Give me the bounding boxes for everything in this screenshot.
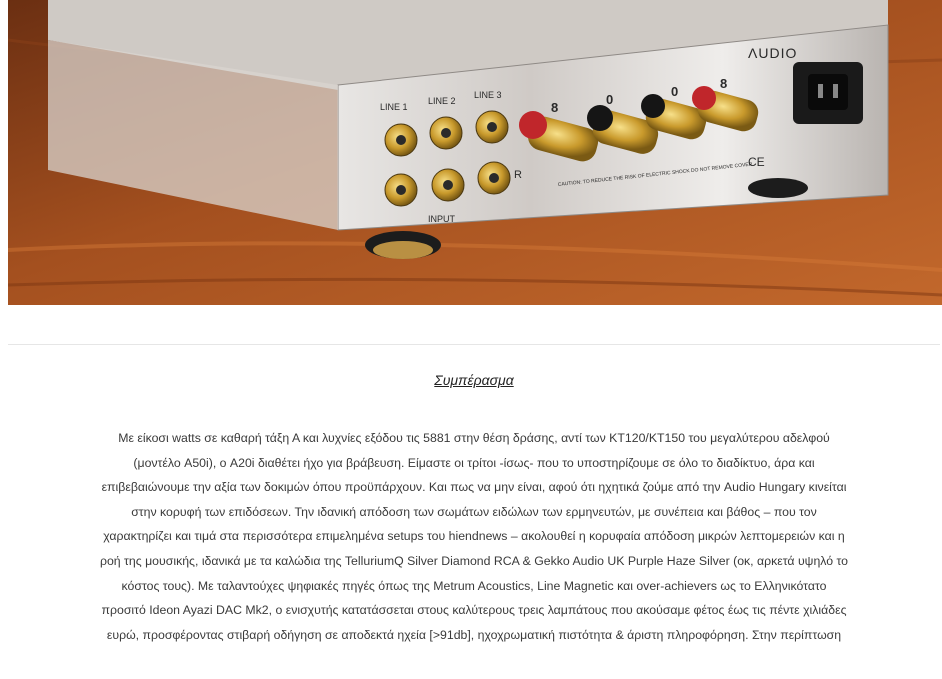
paragraph-line: (μοντέλο A50i), ο A20i διαθέτει ήχο για … xyxy=(133,455,815,470)
paragraph-line: προσιτό Ideon Ayazi DAC Mk2, ο ενισχυτής… xyxy=(101,603,847,618)
label-ohm-8b: 8 xyxy=(720,76,727,91)
paragraph-line: επιβεβαιώνουμε την αξία των δοκιμών όπου… xyxy=(101,480,847,495)
label-input: INPUT xyxy=(428,214,456,224)
label-ohm-0a: 0 xyxy=(606,92,613,107)
label-line2: LINE 2 xyxy=(428,96,456,106)
section-heading: Συμπέρασμα xyxy=(434,372,514,388)
label-line1: LINE 1 xyxy=(380,102,408,112)
paragraph-line: χαρακτηρίζει και τιμά στα περισσότερα επ… xyxy=(103,529,845,544)
label-line3: LINE 3 xyxy=(474,90,502,100)
article-paragraph: Με είκοσι watts σε καθαρή τάξη Α και λυχ… xyxy=(8,426,940,647)
paragraph-line: ευρώ, προσφέροντας στιβαρή οδήγηση σε απ… xyxy=(106,627,842,642)
section-divider xyxy=(8,344,940,345)
paragraph-line: Με είκοσι watts σε καθαρή τάξη Α και λυχ… xyxy=(118,431,830,445)
amplifier-photo: LINE 1 LINE 2 LINE 3 INPUT R 8 0 0 8 CE … xyxy=(8,0,942,305)
paragraph-line: κόστος τους). Με ταλαντούχες ψηφιακές πη… xyxy=(121,578,827,593)
paragraph-line: ροή της μουσικής, ιδανικά με τα καλώδια … xyxy=(99,553,849,568)
amplifier-illustration: LINE 1 LINE 2 LINE 3 INPUT R 8 0 0 8 CE … xyxy=(8,0,942,305)
brand-mark: ΛUDIO xyxy=(748,45,797,61)
power-inlet xyxy=(793,62,863,124)
label-ohm-0b: 0 xyxy=(671,84,678,99)
paragraph-line: στην κορυφή των επιδόσεων. Την ιδανική α… xyxy=(131,504,817,519)
label-ohm-8a: 8 xyxy=(551,100,558,115)
label-r: R xyxy=(514,169,522,181)
